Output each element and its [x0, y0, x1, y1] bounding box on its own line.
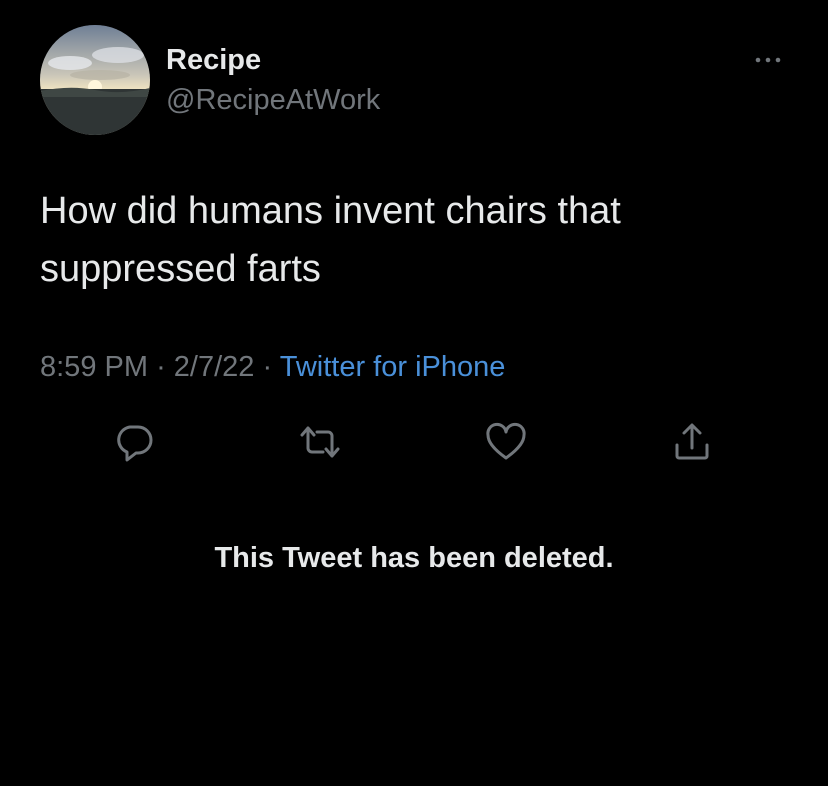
reply-icon	[117, 425, 153, 462]
retweet-button[interactable]	[296, 418, 344, 466]
retweet-icon	[300, 426, 340, 458]
more-options-button[interactable]	[748, 46, 788, 74]
tweet-text: How did humans invent chairs that suppre…	[40, 190, 621, 290]
meta-separator: ·	[156, 351, 166, 383]
more-icon	[755, 57, 781, 63]
like-button[interactable]	[482, 418, 530, 466]
heart-icon	[486, 422, 526, 460]
tweet-meta: 8:59 PM · 2/7/22 · Twitter for iPhone	[40, 349, 505, 385]
meta-separator: ·	[262, 351, 273, 383]
tweet-date[interactable]: 2/7/22	[174, 351, 255, 383]
avatar-image	[40, 25, 150, 135]
deleted-tweet-notice: This Tweet has been deleted.	[214, 542, 614, 574]
tweet-time[interactable]: 8:59 PM	[40, 351, 148, 383]
tweet-source-link[interactable]: Twitter for iPhone	[280, 351, 506, 383]
share-icon	[675, 423, 709, 460]
author-display-name[interactable]: Recipe	[166, 42, 261, 78]
author-handle[interactable]: @RecipeAtWork	[166, 82, 380, 118]
reply-button[interactable]	[110, 418, 158, 466]
share-button[interactable]	[668, 418, 716, 466]
avatar[interactable]	[40, 25, 150, 135]
